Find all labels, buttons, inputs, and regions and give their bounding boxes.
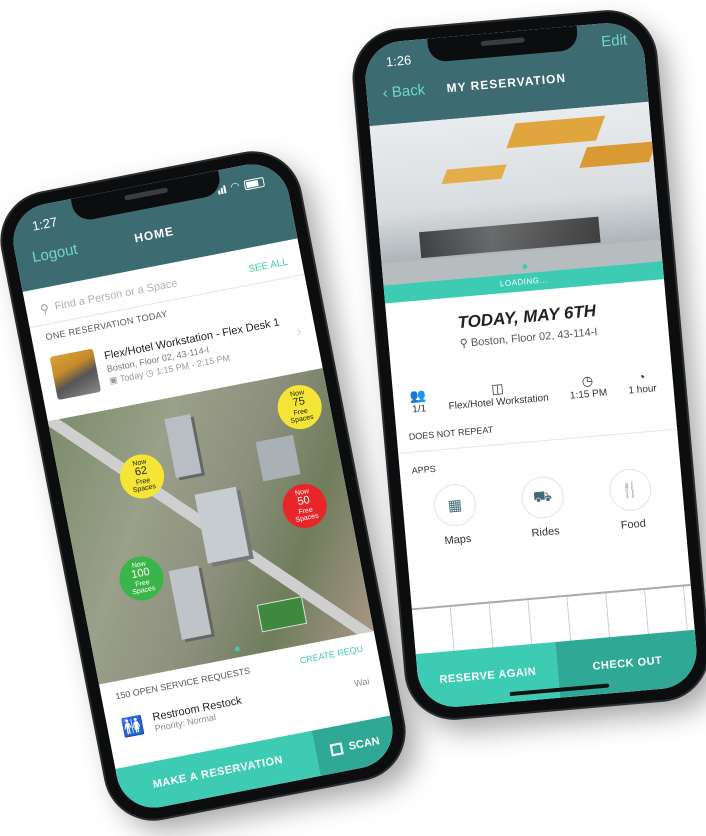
qr-code-icon <box>330 742 345 757</box>
battery-icon <box>243 176 265 190</box>
car-icon: ⛟ <box>532 487 553 506</box>
reserve-again-button[interactable]: RESERVE AGAIN <box>415 641 561 710</box>
status-time: 1:27 <box>30 214 59 234</box>
repeat-label: DOES NOT REPEAT <box>408 424 494 442</box>
reservation-screen: 1:26 Edit ‹ Back MY RESERVATION LOADING.… <box>362 20 700 710</box>
rides-app[interactable]: ⛟ Rides <box>519 474 569 558</box>
signal-icon <box>217 184 227 195</box>
search-icon: ⚲ <box>39 301 51 317</box>
apps-row: ▦ Maps ⛟ Rides 🍴 Food <box>401 464 687 568</box>
detail-people: 👥 1/1 <box>409 387 427 416</box>
map-icon: ▦ <box>447 496 463 515</box>
location-pin-icon: ⚲ <box>459 337 469 351</box>
home-phone: 1:27 ◠ Logout HOME ⚲ Find a Person or a … <box>0 145 412 827</box>
reservation-date: Today <box>118 368 145 384</box>
food-app[interactable]: 🍴 Food <box>607 467 657 550</box>
clock-icon: ◷ <box>144 366 155 379</box>
map-marker[interactable]: Now 62 Free Spaces <box>116 450 168 503</box>
ceiling-panel <box>579 141 657 169</box>
map-building <box>168 565 212 640</box>
map-marker[interactable]: Now 100 Free Spaces <box>115 552 168 605</box>
map-field <box>256 596 308 633</box>
detail-space: ◫ Flex/Hotel Workstation <box>447 377 549 413</box>
home-screen: 1:27 ◠ Logout HOME ⚲ Find a Person or a … <box>6 157 400 815</box>
map-page-dot <box>234 646 241 652</box>
status-icons: ◠ <box>217 176 265 196</box>
campus-map[interactable]: Now 62 Free Spaces Now 75 Free Spaces No… <box>47 367 374 685</box>
status-time: 1:26 <box>385 52 412 70</box>
see-all-link[interactable]: SEE ALL <box>247 256 288 274</box>
map-building <box>194 486 250 564</box>
ceiling-panel <box>441 164 507 185</box>
wifi-icon: ◠ <box>229 180 241 194</box>
chevron-right-icon: › <box>295 322 303 340</box>
reservation-phone: 1:26 Edit ‹ Back MY RESERVATION LOADING.… <box>350 8 706 722</box>
fork-knife-icon: 🍴 <box>620 481 641 500</box>
restroom-icon: 🚻 <box>119 714 146 739</box>
edit-button[interactable]: Edit <box>601 31 628 50</box>
people-icon: 👥 <box>409 387 427 404</box>
reservation-details: 👥 1/1 ◫ Flex/Hotel Workstation ◷ 1:15 PM… <box>391 347 674 417</box>
detail-duration: ◔ 1 hour <box>628 369 658 397</box>
request-status: Wai <box>353 675 371 689</box>
workspace-photo <box>369 101 663 286</box>
map-marker[interactable]: Now 50 Free Spaces <box>278 480 331 532</box>
maps-app[interactable]: ▦ Maps <box>432 482 481 565</box>
scan-button[interactable]: SCAN <box>311 715 400 776</box>
map-building <box>255 434 301 482</box>
ceiling-panel <box>506 115 606 149</box>
map-marker[interactable]: Now 75 Free Spaces <box>273 381 326 433</box>
workspace-thumbnail <box>49 348 102 401</box>
calendar-icon: ▣ <box>108 373 119 386</box>
map-building <box>164 414 202 479</box>
detail-time: ◷ 1:15 PM <box>569 372 608 402</box>
